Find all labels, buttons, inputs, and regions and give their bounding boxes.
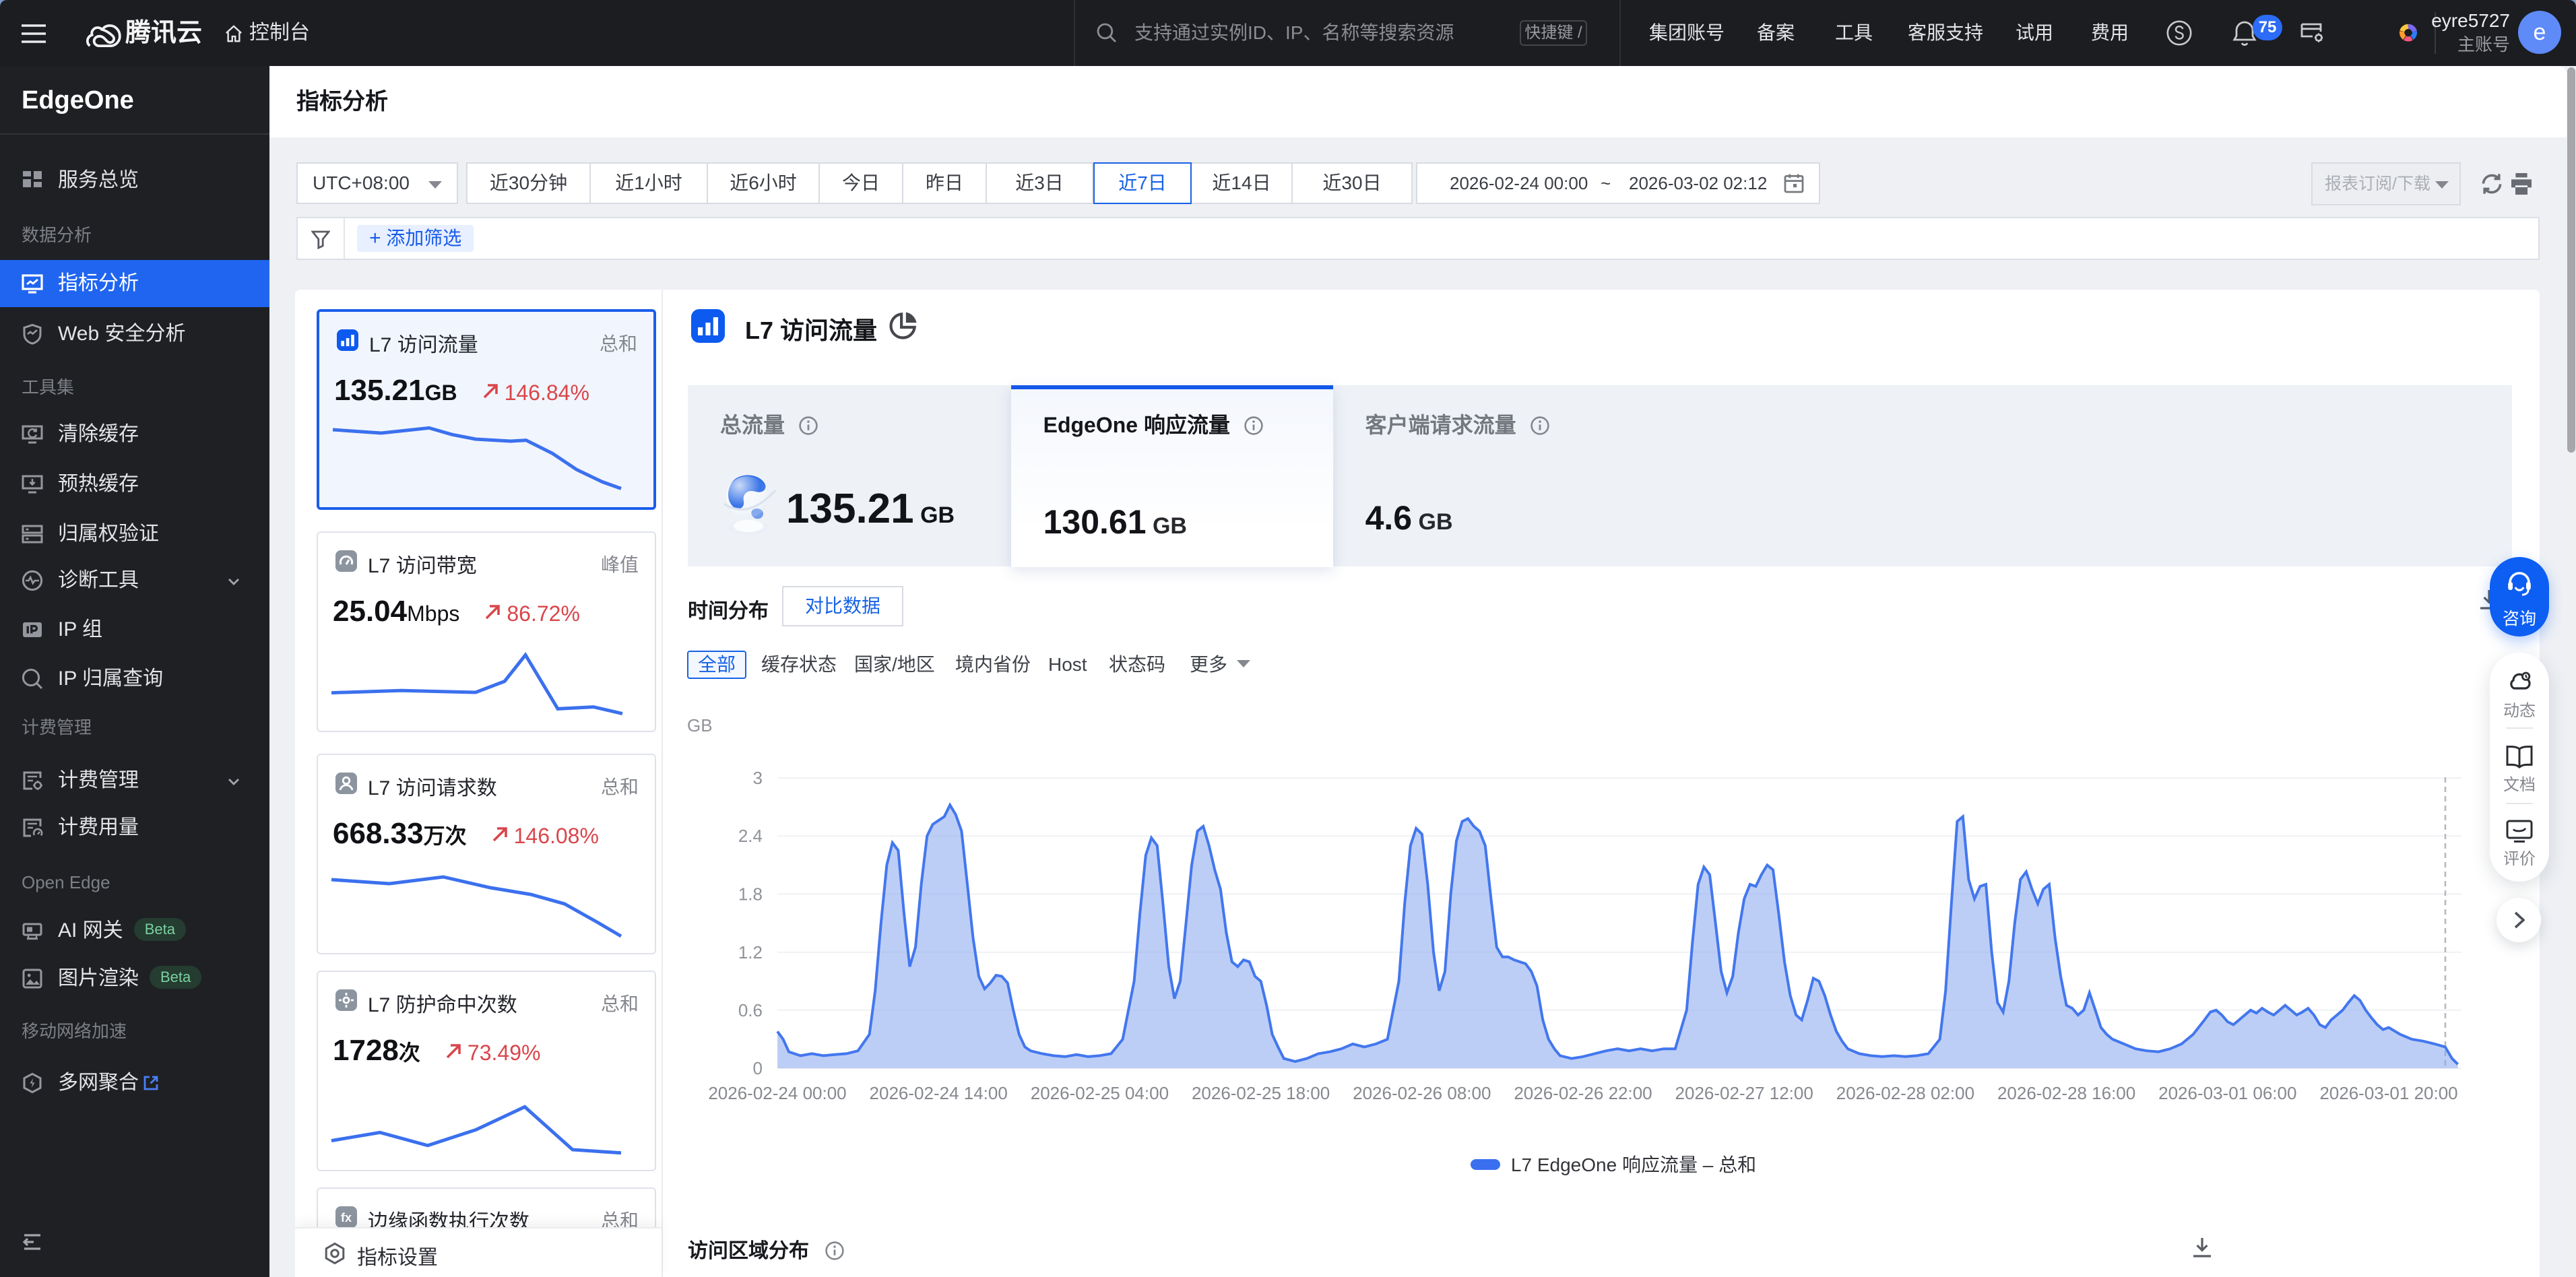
svg-text:2026-02-26 22:00: 2026-02-26 22:00 [1514,1083,1652,1103]
svg-text:0.6: 0.6 [738,1000,763,1020]
svg-text:1.8: 1.8 [738,884,763,904]
svg-text:2026-02-28 02:00: 2026-02-28 02:00 [1836,1083,1974,1103]
svg-text:3: 3 [753,768,763,788]
svg-text:2026-02-27 12:00: 2026-02-27 12:00 [1675,1083,1813,1103]
svg-text:2026-02-28 16:00: 2026-02-28 16:00 [1997,1083,2135,1103]
svg-text:2026-02-26 08:00: 2026-02-26 08:00 [1353,1083,1491,1103]
svg-text:2026-02-25 18:00: 2026-02-25 18:00 [1192,1083,1330,1103]
svg-text:2026-02-24 00:00: 2026-02-24 00:00 [708,1083,846,1103]
svg-text:2026-03-01 06:00: 2026-03-01 06:00 [2158,1083,2296,1103]
svg-text:fx: fx [341,1211,352,1224]
svg-text:2.4: 2.4 [738,826,763,846]
svg-text:1.2: 1.2 [738,942,763,962]
svg-text:0: 0 [753,1058,763,1078]
svg-text:2026-02-24 14:00: 2026-02-24 14:00 [870,1083,1008,1103]
svg-text:2026-03-01 20:00: 2026-03-01 20:00 [2319,1083,2457,1103]
svg-text:2026-02-25 04:00: 2026-02-25 04:00 [1031,1083,1169,1103]
